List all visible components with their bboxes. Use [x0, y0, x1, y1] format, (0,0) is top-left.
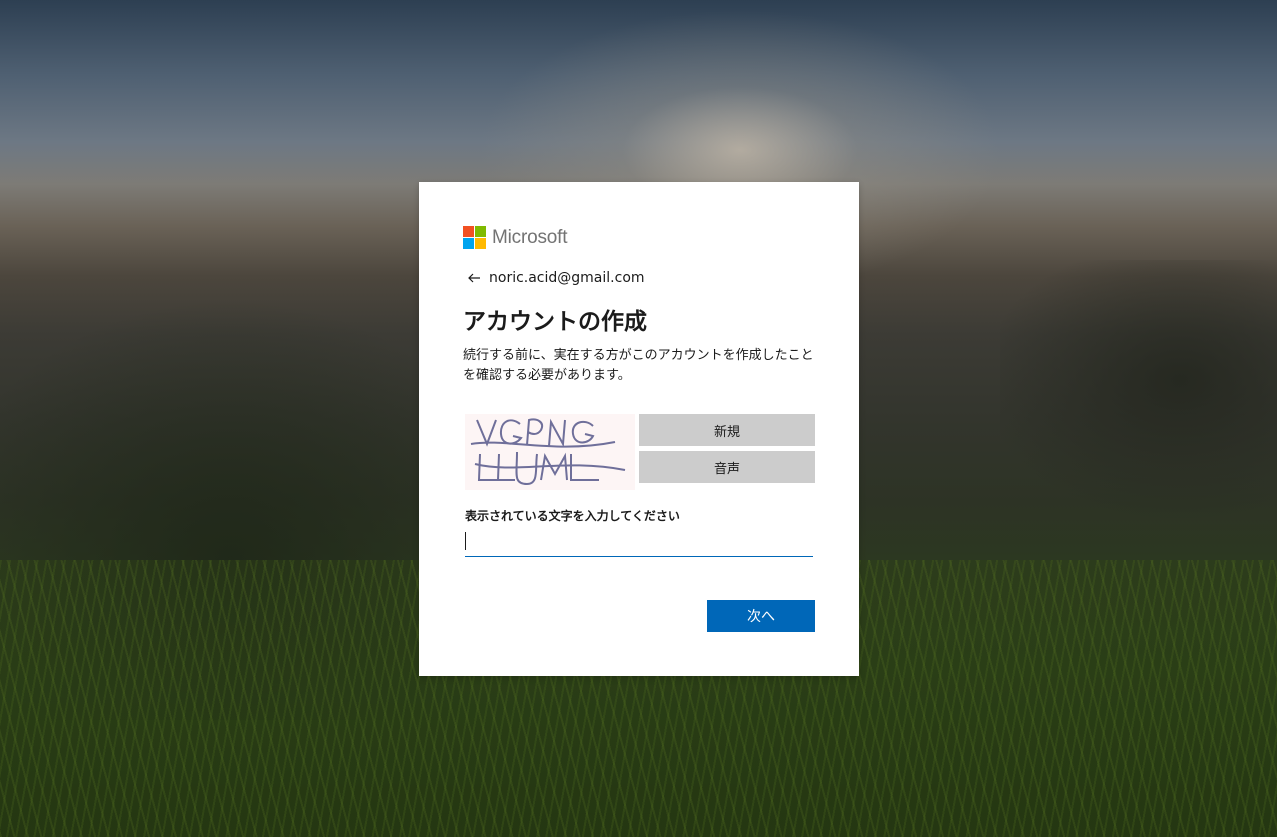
page-description: 続行する前に、実在する方がこのアカウントを作成したことを確認する必要があります。: [463, 348, 814, 383]
signup-card: Microsoft noric.acid@gmail.com アカウントの作成 …: [419, 182, 859, 676]
identity-banner[interactable]: noric.acid@gmail.com: [467, 270, 645, 286]
microsoft-logo: Microsoft: [463, 226, 567, 249]
captcha-input-label: 表示されている文字を入力してください: [465, 509, 680, 523]
microsoft-logo-icon: [463, 226, 486, 249]
background-hill-right: [1000, 260, 1277, 540]
back-arrow-icon[interactable]: [467, 271, 481, 285]
identity-email: noric.acid@gmail.com: [489, 270, 645, 286]
microsoft-logo-text: Microsoft: [492, 226, 568, 248]
captcha-input[interactable]: [465, 528, 813, 557]
text-caret: [465, 532, 466, 550]
captcha-image: [465, 414, 635, 490]
next-button[interactable]: 次へ: [707, 600, 815, 632]
captcha-new-button[interactable]: 新規: [639, 414, 815, 446]
page-title: アカウントの作成: [463, 309, 647, 335]
captcha-audio-button[interactable]: 音声: [639, 451, 815, 483]
